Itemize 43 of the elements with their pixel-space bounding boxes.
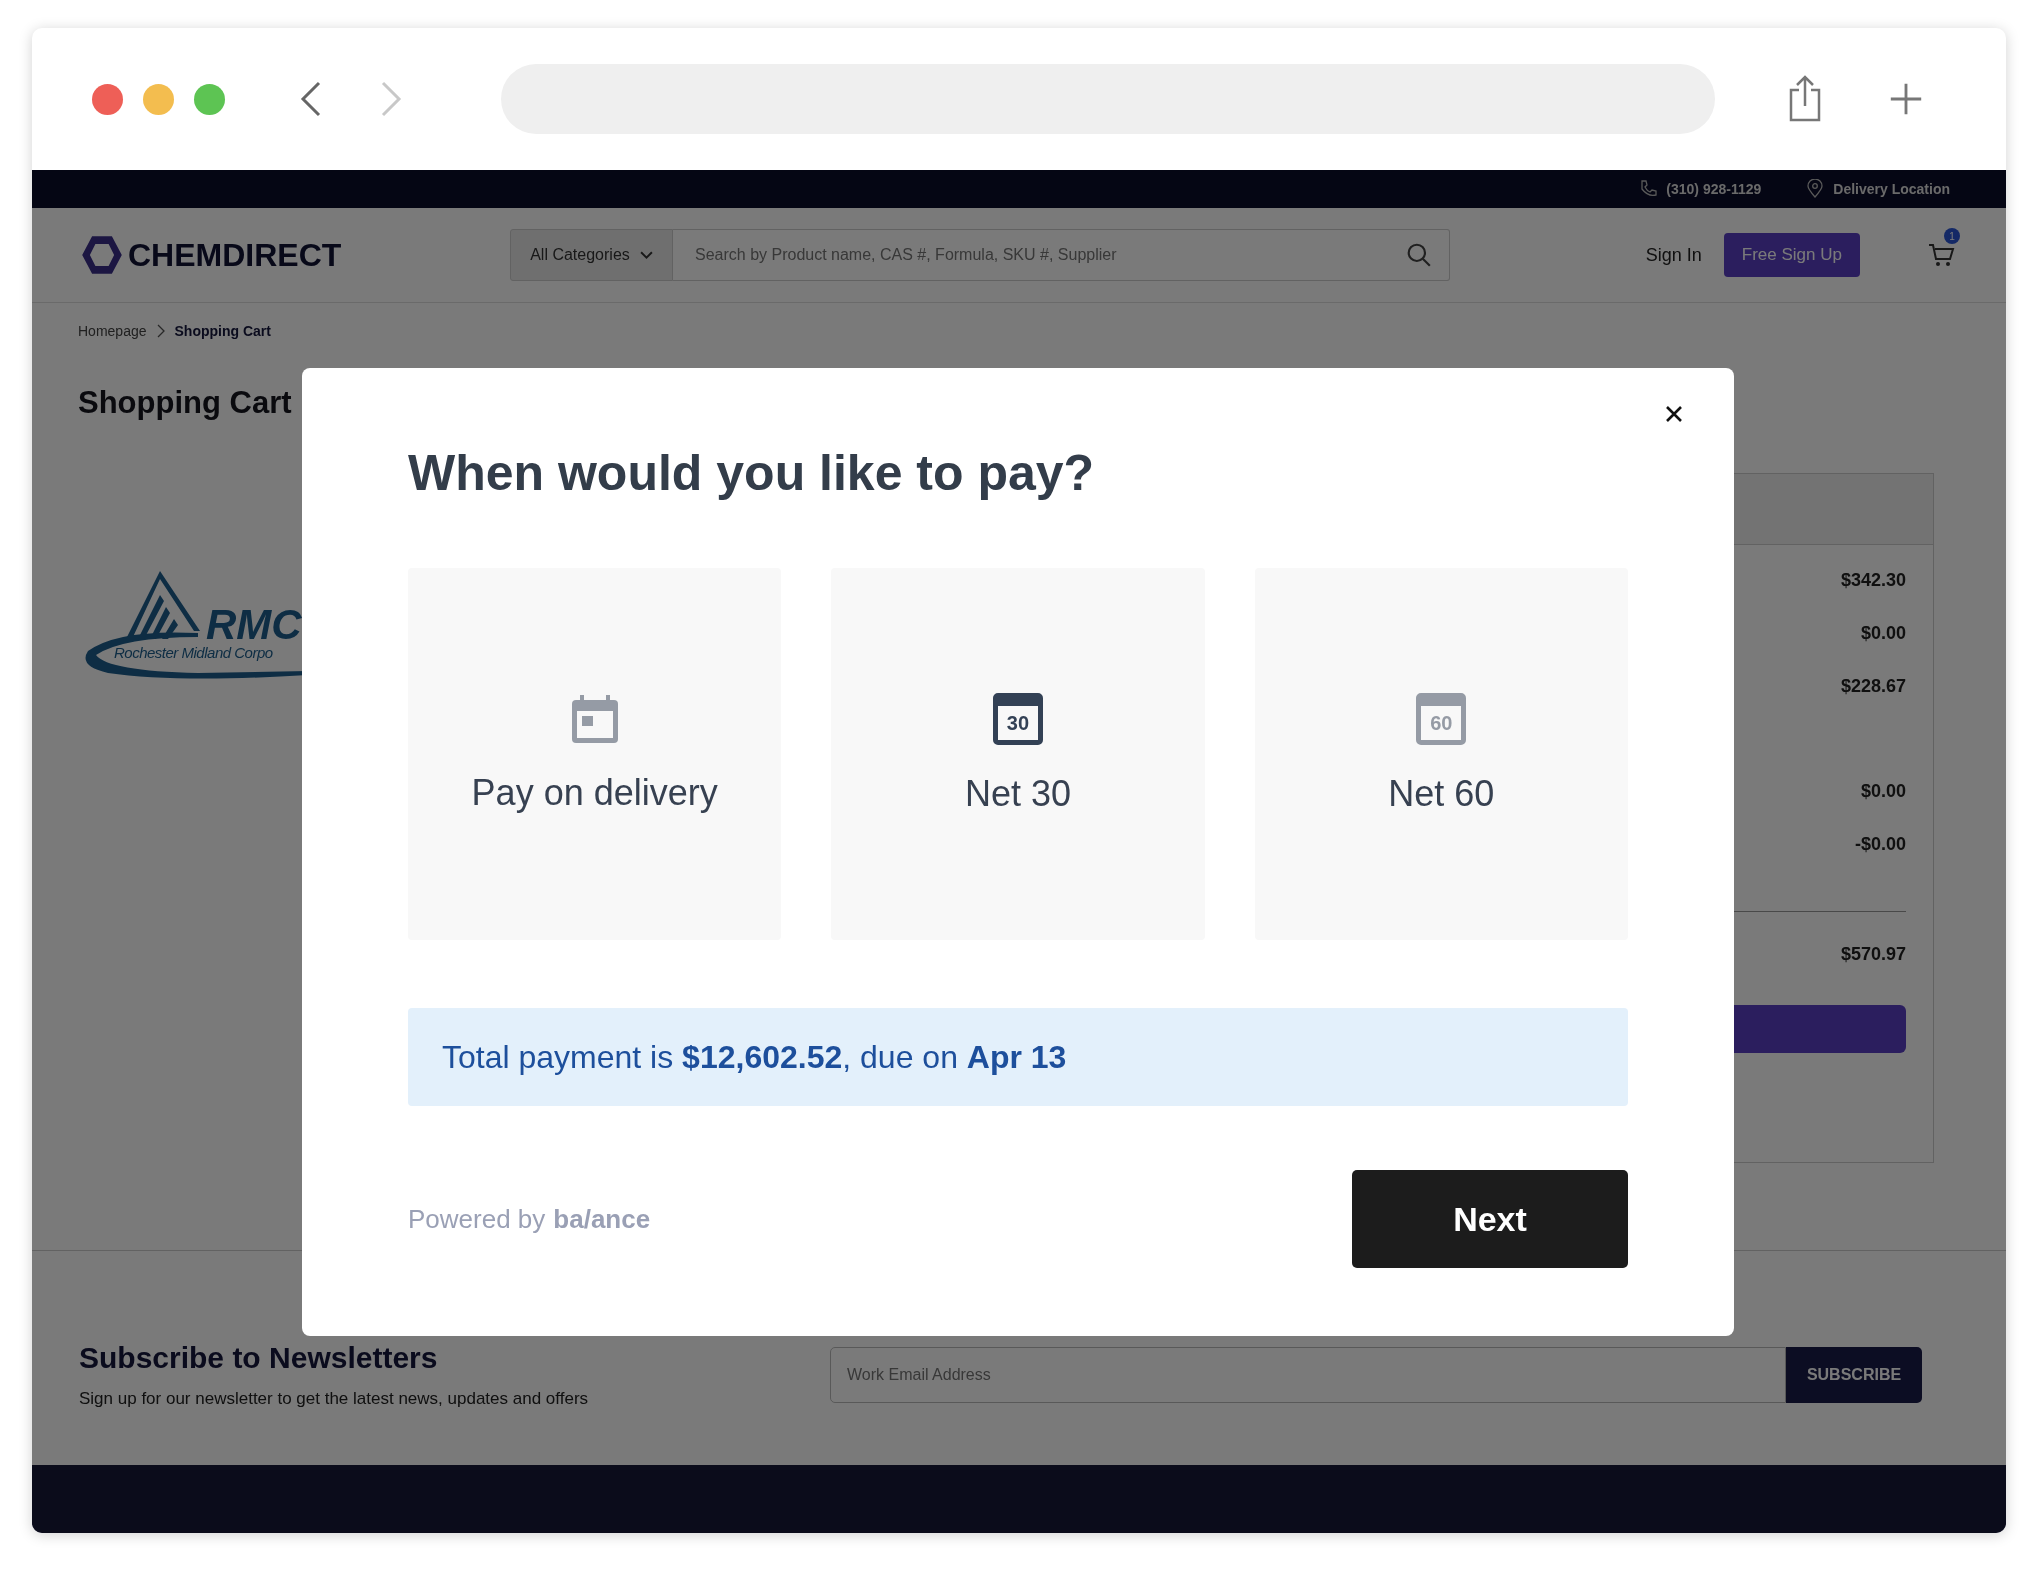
summary-amount: $0.00	[1860, 623, 1906, 644]
sign-in-link[interactable]: Sign In	[1645, 244, 1702, 266]
category-dropdown[interactable]: All Categories	[510, 229, 673, 281]
chevron-right-icon	[156, 324, 165, 338]
subscribe-button[interactable]: SUBSCRIBE	[1786, 1347, 1922, 1403]
delivery-location-link[interactable]: Delivery Location	[1833, 181, 1950, 197]
free-sign-up-button[interactable]: Free Sign Up	[1723, 233, 1860, 277]
close-icon[interactable]	[1664, 404, 1684, 424]
location-pin-icon	[1805, 179, 1826, 199]
next-button[interactable]: Next	[1352, 1170, 1628, 1268]
phone-icon	[1638, 179, 1659, 199]
breadcrumb-link[interactable]: Shopping Cart	[174, 323, 271, 339]
email-field[interactable]: Work Email Address	[830, 1347, 1786, 1403]
summary-amount: $228.67	[1840, 676, 1906, 697]
payment-summary-text: Total payment is $12,602.52, due on Apr 13	[442, 1038, 1067, 1076]
summary-amount: $342.30	[1840, 570, 1906, 591]
hexagon-logo-icon	[80, 233, 124, 277]
balance-logo: ba/ance	[553, 1203, 651, 1235]
payment-option-card[interactable]: Pay on delivery	[408, 568, 782, 940]
newsletter-title: Subscribe to Newsletters	[79, 1341, 439, 1375]
maximize-window-button[interactable]	[194, 83, 225, 115]
total-amount: $570.97	[1840, 944, 1906, 965]
calendar-icon: 30	[993, 693, 1043, 745]
breadcrumb-link[interactable]: Homepage	[78, 323, 147, 339]
search-field[interactable]: Search by Product name, CAS #, Formula, SKU #, Supplier	[673, 229, 1450, 281]
cart-icon[interactable]	[1928, 242, 1956, 268]
calendar-icon: 60	[1416, 693, 1467, 745]
chevron-down-icon	[639, 250, 653, 260]
back-button[interactable]	[299, 79, 323, 119]
summary-amount: $0.00	[1860, 781, 1906, 802]
powered-by-text: Powered by	[408, 1203, 546, 1235]
close-window-button[interactable]	[92, 83, 123, 115]
newsletter-subtitle: Sign up for our newsletter to get the latest news, updates and offers	[79, 1389, 589, 1409]
phone-number[interactable]: (310) 928-1129	[1666, 181, 1762, 197]
page-title: Shopping Cart	[78, 385, 293, 421]
cart-count-badge: 1	[1944, 228, 1960, 244]
dialog-title: When would you like to pay?	[408, 444, 1096, 502]
payment-option-card[interactable]: 30 Net 30	[831, 568, 1205, 940]
calendar-icon	[569, 694, 620, 744]
summary-amount: -$0.00	[1854, 834, 1906, 855]
payment-option-card[interactable]: 60 Net 60	[1254, 568, 1628, 940]
search-icon[interactable]	[1406, 242, 1432, 268]
chemdirect-logo[interactable]: CHEMDIRECT	[128, 236, 342, 274]
